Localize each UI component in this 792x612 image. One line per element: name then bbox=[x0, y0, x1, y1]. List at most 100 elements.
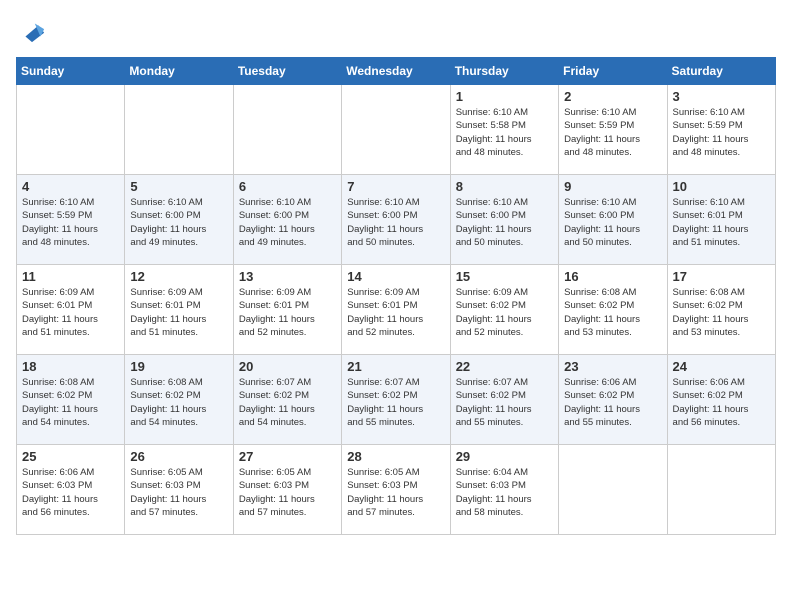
day-info: Sunrise: 6:10 AM Sunset: 6:00 PM Dayligh… bbox=[130, 196, 227, 249]
day-number: 13 bbox=[239, 269, 336, 284]
day-info: Sunrise: 6:10 AM Sunset: 5:59 PM Dayligh… bbox=[564, 106, 661, 159]
day-number: 25 bbox=[22, 449, 119, 464]
day-number: 1 bbox=[456, 89, 553, 104]
weekday-header-saturday: Saturday bbox=[667, 58, 775, 85]
calendar-cell: 27 Sunrise: 6:05 AM Sunset: 6:03 PM Dayli… bbox=[233, 445, 341, 535]
day-info: Sunrise: 6:07 AM Sunset: 6:02 PM Dayligh… bbox=[347, 376, 444, 429]
calendar-cell: 11Sunrise: 6:09 AM Sunset: 6:01 PM Dayli… bbox=[17, 265, 125, 355]
calendar-cell: 5 Sunrise: 6:10 AM Sunset: 6:00 PM Daylig… bbox=[125, 175, 233, 265]
week-row-3: 11Sunrise: 6:09 AM Sunset: 6:01 PM Dayli… bbox=[17, 265, 776, 355]
day-info: Sunrise: 6:04 AM Sunset: 6:03 PM Dayligh… bbox=[456, 466, 553, 519]
day-number: 16 bbox=[564, 269, 661, 284]
day-number: 28 bbox=[347, 449, 444, 464]
week-row-1: 1 Sunrise: 6:10 AM Sunset: 5:58 PM Daylig… bbox=[17, 85, 776, 175]
day-info: Sunrise: 6:10 AM Sunset: 5:59 PM Dayligh… bbox=[22, 196, 119, 249]
calendar-cell: 13Sunrise: 6:09 AM Sunset: 6:01 PM Dayli… bbox=[233, 265, 341, 355]
day-info: Sunrise: 6:10 AM Sunset: 6:00 PM Dayligh… bbox=[347, 196, 444, 249]
calendar-table: SundayMondayTuesdayWednesdayThursdayFrid… bbox=[16, 57, 776, 535]
day-number: 4 bbox=[22, 179, 119, 194]
day-info: Sunrise: 6:10 AM Sunset: 6:01 PM Dayligh… bbox=[673, 196, 770, 249]
day-info: Sunrise: 6:10 AM Sunset: 6:00 PM Dayligh… bbox=[564, 196, 661, 249]
logo bbox=[16, 16, 46, 49]
day-info: Sunrise: 6:08 AM Sunset: 6:02 PM Dayligh… bbox=[673, 286, 770, 339]
calendar-cell bbox=[667, 445, 775, 535]
day-info: Sunrise: 6:09 AM Sunset: 6:02 PM Dayligh… bbox=[456, 286, 553, 339]
calendar-cell bbox=[17, 85, 125, 175]
day-number: 21 bbox=[347, 359, 444, 374]
calendar-cell: 21 Sunrise: 6:07 AM Sunset: 6:02 PM Dayli… bbox=[342, 355, 450, 445]
calendar-cell: 24 Sunrise: 6:06 AM Sunset: 6:02 PM Dayli… bbox=[667, 355, 775, 445]
day-number: 6 bbox=[239, 179, 336, 194]
day-number: 22 bbox=[456, 359, 553, 374]
day-number: 2 bbox=[564, 89, 661, 104]
calendar-cell bbox=[125, 85, 233, 175]
day-info: Sunrise: 6:05 AM Sunset: 6:03 PM Dayligh… bbox=[347, 466, 444, 519]
day-info: Sunrise: 6:06 AM Sunset: 6:02 PM Dayligh… bbox=[673, 376, 770, 429]
calendar-cell: 18Sunrise: 6:08 AM Sunset: 6:02 PM Dayli… bbox=[17, 355, 125, 445]
day-info: Sunrise: 6:10 AM Sunset: 6:00 PM Dayligh… bbox=[239, 196, 336, 249]
day-info: Sunrise: 6:07 AM Sunset: 6:02 PM Dayligh… bbox=[456, 376, 553, 429]
weekday-header-sunday: Sunday bbox=[17, 58, 125, 85]
calendar-cell: 16Sunrise: 6:08 AM Sunset: 6:02 PM Dayli… bbox=[559, 265, 667, 355]
day-number: 5 bbox=[130, 179, 227, 194]
calendar-cell: 4 Sunrise: 6:10 AM Sunset: 5:59 PM Daylig… bbox=[17, 175, 125, 265]
logo-icon bbox=[18, 16, 46, 44]
day-info: Sunrise: 6:10 AM Sunset: 5:58 PM Dayligh… bbox=[456, 106, 553, 159]
calendar-cell: 3 Sunrise: 6:10 AM Sunset: 5:59 PM Daylig… bbox=[667, 85, 775, 175]
week-row-5: 25 Sunrise: 6:06 AM Sunset: 6:03 PM Dayli… bbox=[17, 445, 776, 535]
weekday-header-monday: Monday bbox=[125, 58, 233, 85]
calendar-cell: 20 Sunrise: 6:07 AM Sunset: 6:02 PM Dayli… bbox=[233, 355, 341, 445]
weekday-header-tuesday: Tuesday bbox=[233, 58, 341, 85]
calendar-cell: 19 Sunrise: 6:08 AM Sunset: 6:02 PM Dayli… bbox=[125, 355, 233, 445]
calendar-cell: 2 Sunrise: 6:10 AM Sunset: 5:59 PM Daylig… bbox=[559, 85, 667, 175]
calendar-cell bbox=[342, 85, 450, 175]
day-number: 24 bbox=[673, 359, 770, 374]
day-info: Sunrise: 6:09 AM Sunset: 6:01 PM Dayligh… bbox=[130, 286, 227, 339]
calendar-cell: 26 Sunrise: 6:05 AM Sunset: 6:03 PM Dayli… bbox=[125, 445, 233, 535]
day-info: Sunrise: 6:05 AM Sunset: 6:03 PM Dayligh… bbox=[130, 466, 227, 519]
day-number: 27 bbox=[239, 449, 336, 464]
calendar-cell bbox=[233, 85, 341, 175]
calendar-cell: 8 Sunrise: 6:10 AM Sunset: 6:00 PM Daylig… bbox=[450, 175, 558, 265]
day-number: 19 bbox=[130, 359, 227, 374]
day-number: 3 bbox=[673, 89, 770, 104]
day-number: 23 bbox=[564, 359, 661, 374]
calendar-cell: 25 Sunrise: 6:06 AM Sunset: 6:03 PM Dayli… bbox=[17, 445, 125, 535]
weekday-header-friday: Friday bbox=[559, 58, 667, 85]
day-info: Sunrise: 6:06 AM Sunset: 6:03 PM Dayligh… bbox=[22, 466, 119, 519]
day-info: Sunrise: 6:08 AM Sunset: 6:02 PM Dayligh… bbox=[130, 376, 227, 429]
calendar-cell: 17Sunrise: 6:08 AM Sunset: 6:02 PM Dayli… bbox=[667, 265, 775, 355]
weekday-header-row: SundayMondayTuesdayWednesdayThursdayFrid… bbox=[17, 58, 776, 85]
day-info: Sunrise: 6:09 AM Sunset: 6:01 PM Dayligh… bbox=[22, 286, 119, 339]
week-row-4: 18 Sunrise: 6:08 AM Sunset: 6:02 PM Dayli… bbox=[17, 355, 776, 445]
day-info: Sunrise: 6:09 AM Sunset: 6:01 PM Dayligh… bbox=[347, 286, 444, 339]
day-number: 18 bbox=[22, 359, 119, 374]
day-info: Sunrise: 6:10 AM Sunset: 6:00 PM Dayligh… bbox=[456, 196, 553, 249]
calendar-cell: 23 Sunrise: 6:06 AM Sunset: 6:02 PM Dayli… bbox=[559, 355, 667, 445]
calendar-cell: 1 Sunrise: 6:10 AM Sunset: 5:58 PM Daylig… bbox=[450, 85, 558, 175]
day-number: 26 bbox=[130, 449, 227, 464]
day-number: 8 bbox=[456, 179, 553, 194]
header bbox=[16, 16, 776, 49]
day-number: 9 bbox=[564, 179, 661, 194]
calendar-cell: 7Sunrise: 6:10 AM Sunset: 6:00 PM Daylig… bbox=[342, 175, 450, 265]
day-number: 15 bbox=[456, 269, 553, 284]
day-number: 12 bbox=[130, 269, 227, 284]
week-row-2: 4 Sunrise: 6:10 AM Sunset: 5:59 PM Daylig… bbox=[17, 175, 776, 265]
day-number: 14 bbox=[347, 269, 444, 284]
day-info: Sunrise: 6:07 AM Sunset: 6:02 PM Dayligh… bbox=[239, 376, 336, 429]
calendar-cell: 12 Sunrise: 6:09 AM Sunset: 6:01 PM Dayli… bbox=[125, 265, 233, 355]
day-number: 20 bbox=[239, 359, 336, 374]
calendar-cell: 10Sunrise: 6:10 AM Sunset: 6:01 PM Dayli… bbox=[667, 175, 775, 265]
calendar-cell: 22 Sunrise: 6:07 AM Sunset: 6:02 PM Dayli… bbox=[450, 355, 558, 445]
day-info: Sunrise: 6:10 AM Sunset: 5:59 PM Dayligh… bbox=[673, 106, 770, 159]
calendar-cell: 14 Sunrise: 6:09 AM Sunset: 6:01 PM Dayli… bbox=[342, 265, 450, 355]
calendar-cell: 6 Sunrise: 6:10 AM Sunset: 6:00 PM Daylig… bbox=[233, 175, 341, 265]
calendar-cell: 9 Sunrise: 6:10 AM Sunset: 6:00 PM Daylig… bbox=[559, 175, 667, 265]
weekday-header-wednesday: Wednesday bbox=[342, 58, 450, 85]
day-info: Sunrise: 6:05 AM Sunset: 6:03 PM Dayligh… bbox=[239, 466, 336, 519]
day-info: Sunrise: 6:06 AM Sunset: 6:02 PM Dayligh… bbox=[564, 376, 661, 429]
day-number: 29 bbox=[456, 449, 553, 464]
calendar-cell: 28 Sunrise: 6:05 AM Sunset: 6:03 PM Dayli… bbox=[342, 445, 450, 535]
calendar-cell: 29 Sunrise: 6:04 AM Sunset: 6:03 PM Dayli… bbox=[450, 445, 558, 535]
